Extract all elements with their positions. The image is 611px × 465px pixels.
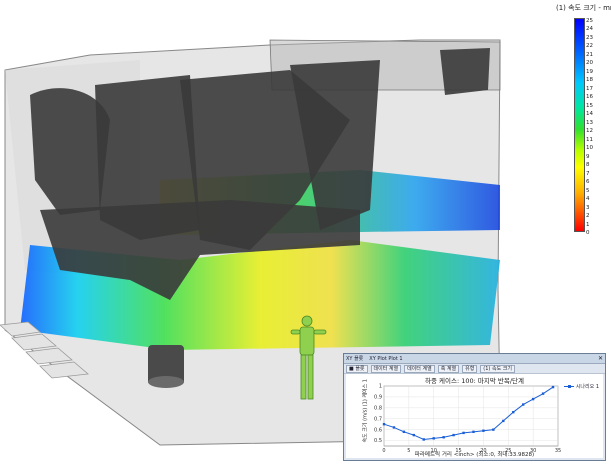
- y-tick-label: 0.7: [374, 416, 382, 422]
- legend-tick: 17: [586, 85, 593, 92]
- legend-tick: 11: [586, 136, 593, 143]
- series-line: [383, 386, 554, 440]
- legend-tick: 4: [586, 196, 590, 203]
- legend-tick: 2: [586, 213, 590, 220]
- x-tick-label: 0: [382, 448, 385, 454]
- data-point: [422, 438, 425, 441]
- legend-tick: 19: [586, 68, 593, 75]
- legend-tick: 14: [586, 111, 593, 118]
- data-point: [472, 430, 475, 434]
- y-tick-label: 0.9: [374, 395, 382, 401]
- legend-tick: 16: [586, 94, 593, 101]
- legend-title: (1) 속도 크기 - mm/s: [556, 4, 611, 12]
- toolbar-data-series-button-2[interactable]: 데이터 계열: [404, 364, 435, 373]
- legend-tick: 12: [586, 128, 593, 135]
- data-point: [412, 433, 416, 437]
- legend-tick: 7: [586, 170, 590, 177]
- outlet-chute: [148, 345, 184, 388]
- legend-tick: 24: [586, 26, 593, 33]
- data-point: [541, 392, 545, 395]
- tab-xy-plot-1[interactable]: XY Plot Plot 1: [369, 356, 402, 362]
- legend-tick: 25: [586, 18, 593, 24]
- data-point: [432, 437, 435, 440]
- legend-tick: 13: [586, 119, 593, 126]
- plot-titlebar[interactable]: XY 플롯 XY Plot Plot 1 ✕: [344, 354, 605, 364]
- data-point: [551, 385, 555, 389]
- x-tick-label: 25: [505, 448, 511, 454]
- y-tick-label: 0.5: [374, 438, 382, 444]
- data-point: [392, 426, 396, 429]
- legend-tick: 0: [586, 230, 590, 236]
- data-point: [531, 397, 535, 401]
- legend-tick: 5: [586, 187, 590, 194]
- legend-tick: 15: [586, 102, 593, 109]
- color-scale-ticks: 25 24 23 22 21 20 19 18 17 16 15 14 13 12 11 10 9 8 7 6 5 4 3 2…: [586, 15, 610, 236]
- toolbar-data-series-button[interactable]: 데이터 계열: [370, 364, 402, 373]
- plot-toolbar: ■ 플롯 데이터 계열 데이터 계열 축 계열 유형 (1) 속도 크기: [344, 364, 605, 374]
- legend-tick: 6: [586, 179, 590, 186]
- data-point: [522, 403, 525, 406]
- x-tick-label: 15: [455, 448, 461, 454]
- data-point: [482, 429, 485, 432]
- legend-tick: 8: [586, 162, 590, 169]
- close-icon[interactable]: ✕: [598, 355, 603, 362]
- legend-tick: 18: [586, 77, 593, 84]
- data-point: [442, 436, 445, 439]
- legend-tick: 20: [586, 60, 593, 67]
- xy-plot-window[interactable]: XY 플롯 XY Plot Plot 1 ✕ ■ 플롯 데이터 계열 데이터 계…: [343, 353, 606, 461]
- data-point: [382, 422, 386, 426]
- data-point: [512, 410, 515, 414]
- toolbar-plot-button[interactable]: ■ 플롯: [346, 364, 368, 373]
- x-tick-label: 30: [530, 448, 536, 454]
- legend-tick: 1: [586, 221, 590, 228]
- data-point: [452, 433, 455, 437]
- tab-xy-plot[interactable]: XY 플롯: [346, 355, 363, 362]
- toolbar-type-select[interactable]: 유형: [462, 364, 478, 373]
- legend-tick: 9: [586, 153, 590, 160]
- data-point: [492, 428, 495, 431]
- y-tick-label: 1: [379, 384, 382, 390]
- plot-area: 하중 케이스: 100: 마지막 반복/단계 시나리오 1 속도 크기 (m/s…: [346, 374, 603, 458]
- legend-tick: 23: [586, 34, 593, 41]
- line-chart: 0 5 10 15 20 25 30 35 0.5 0.6 0.7 0.8 0.9 1: [374, 384, 561, 454]
- toolbar-result-select[interactable]: (1) 속도 크기: [480, 364, 515, 373]
- legend-tick: 10: [586, 145, 593, 152]
- y-tick-label: 0.8: [374, 406, 382, 412]
- color-scale-bar: [574, 18, 585, 232]
- toolbar-axis-button[interactable]: 축 계열: [437, 364, 460, 373]
- data-point: [462, 431, 465, 435]
- data-point: [402, 430, 406, 434]
- y-tick-label: 0.6: [374, 427, 382, 433]
- x-tick-label: 20: [480, 448, 486, 454]
- legend-tick: 3: [586, 204, 590, 211]
- x-tick-label: 10: [431, 448, 437, 454]
- legend-tick: 21: [586, 51, 593, 58]
- x-tick-label: 35: [555, 448, 561, 454]
- data-point: [502, 419, 505, 423]
- x-tick-label: 5: [407, 448, 410, 454]
- legend-tick: 22: [586, 43, 593, 50]
- plot-frame: [383, 385, 559, 447]
